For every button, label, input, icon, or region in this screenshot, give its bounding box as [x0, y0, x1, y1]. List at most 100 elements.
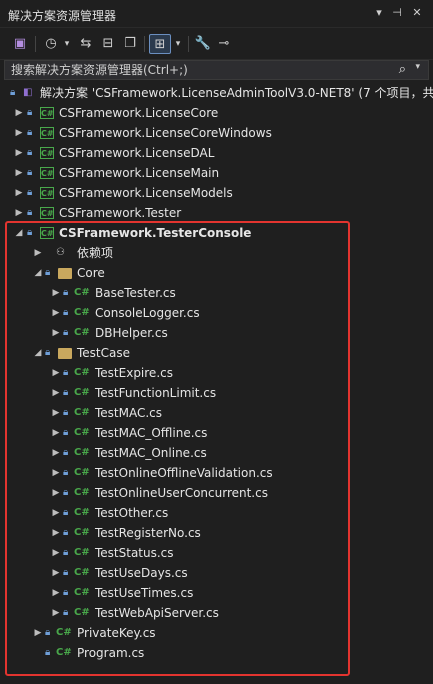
- dependencies-icon: ⚇: [56, 247, 65, 258]
- file-node[interactable]: ▶ 🔒︎ C# TestMAC.cs: [0, 403, 433, 423]
- solution-node[interactable]: 🔒︎ ◧ 解决方案 'CSFramework.LicenseAdminToolV…: [0, 83, 433, 103]
- project-label: CSFramework.LicenseMain: [59, 166, 220, 180]
- file-node[interactable]: ▶ 🔒︎ C# PrivateKey.cs: [0, 623, 433, 643]
- expand-arrow-icon[interactable]: ▶: [33, 623, 43, 643]
- project-node[interactable]: ▶ 🔒︎ C# CSFramework.LicenseModels: [0, 183, 433, 203]
- dependencies-node[interactable]: ▶ ⚇ 依赖项: [0, 243, 433, 263]
- expand-arrow-icon[interactable]: ▶: [51, 463, 61, 483]
- expand-arrow-icon[interactable]: ▶: [14, 143, 24, 163]
- switch-view-icon[interactable]: ▣: [10, 34, 30, 54]
- history-dropdown-icon[interactable]: ▾: [62, 34, 72, 54]
- project-label: CSFramework.TesterConsole: [59, 226, 252, 240]
- file-node[interactable]: ▶ 🔒︎ C# TestExpire.cs: [0, 363, 433, 383]
- expand-arrow-icon[interactable]: ▶: [14, 183, 24, 203]
- expand-arrow-icon[interactable]: ▶: [14, 163, 24, 183]
- close-icon[interactable]: ✕: [409, 5, 425, 21]
- file-node[interactable]: ▶ 🔒︎ C# TestOnlineOfflineValidation.cs: [0, 463, 433, 483]
- file-node[interactable]: ▶ 🔒︎ C# BaseTester.cs: [0, 283, 433, 303]
- file-node[interactable]: ▶ 🔒︎ C# TestOnlineUserConcurrent.cs: [0, 483, 433, 503]
- csharp-project-icon: C#: [40, 167, 54, 179]
- history-icon[interactable]: ◷: [42, 34, 60, 54]
- file-node[interactable]: ▶ 🔒︎ C# TestWebApiServer.cs: [0, 603, 433, 623]
- folder-icon: [58, 268, 72, 279]
- expand-arrow-icon[interactable]: ▶: [51, 383, 61, 403]
- project-node[interactable]: ▶ 🔒︎ C# CSFramework.LicenseMain: [0, 163, 433, 183]
- project-node[interactable]: ▶ 🔒︎ C# CSFramework.Tester: [0, 203, 433, 223]
- pin-icon[interactable]: ⊣: [389, 5, 405, 21]
- file-node[interactable]: ▶ 🔒︎ C# DBHelper.cs: [0, 323, 433, 343]
- collapse-all-icon[interactable]: ⊟: [99, 34, 117, 54]
- lock-icon: 🔒︎: [63, 367, 69, 378]
- lock-icon: 🔒︎: [63, 547, 69, 558]
- expand-arrow-icon[interactable]: ▶: [14, 103, 24, 123]
- expand-arrow-icon[interactable]: ▶: [51, 303, 61, 323]
- lock-icon: 🔒︎: [45, 627, 51, 638]
- search-options-dropdown-icon[interactable]: ▾: [415, 62, 420, 72]
- lock-icon: 🔒︎: [27, 127, 33, 138]
- collapse-arrow-icon[interactable]: ◢: [33, 263, 43, 283]
- expand-arrow-icon[interactable]: ▶: [51, 563, 61, 583]
- collapse-arrow-icon[interactable]: ◢: [14, 223, 24, 243]
- csharp-project-icon: C#: [40, 227, 54, 239]
- file-node[interactable]: ▶ 🔒︎ C# TestMAC_Offline.cs: [0, 423, 433, 443]
- expand-arrow-icon[interactable]: ▶: [51, 483, 61, 503]
- search-input[interactable]: [11, 62, 381, 78]
- preview-icon[interactable]: ⊞: [149, 34, 171, 54]
- project-label: CSFramework.LicenseModels: [59, 186, 233, 200]
- csharp-project-icon: C#: [40, 127, 54, 139]
- file-node[interactable]: 🔒︎ C# Program.cs: [0, 643, 433, 663]
- project-label: CSFramework.LicenseCore: [59, 106, 219, 120]
- properties-icon[interactable]: 🔧: [194, 34, 212, 54]
- sync-icon[interactable]: ⇆: [77, 34, 95, 54]
- expand-arrow-icon[interactable]: ▶: [51, 403, 61, 423]
- dependencies-label: 依赖项: [77, 246, 114, 260]
- csharp-file-icon: C#: [74, 607, 90, 618]
- collapse-arrow-icon[interactable]: ◢: [33, 343, 43, 363]
- panel-title-bar: 解决方案资源管理器 ▾ ⊣ ✕: [0, 0, 433, 28]
- expand-arrow-icon[interactable]: ▶: [51, 543, 61, 563]
- expand-arrow-icon[interactable]: ▶: [51, 323, 61, 343]
- toolbar-separator: [35, 36, 36, 52]
- file-node[interactable]: ▶ 🔒︎ C# TestUseDays.cs: [0, 563, 433, 583]
- file-node[interactable]: ▶ 🔒︎ C# TestOther.cs: [0, 503, 433, 523]
- expand-arrow-icon[interactable]: ▶: [51, 283, 61, 303]
- search-box[interactable]: ⌕ ▾: [4, 60, 429, 80]
- file-node[interactable]: ▶ 🔒︎ C# TestStatus.cs: [0, 543, 433, 563]
- expand-arrow-icon[interactable]: ▶: [51, 523, 61, 543]
- lock-icon: 🔒︎: [63, 507, 69, 518]
- csharp-file-icon: C#: [74, 567, 90, 578]
- expand-arrow-icon[interactable]: ▶: [14, 203, 24, 223]
- expand-arrow-icon[interactable]: ▶: [51, 423, 61, 443]
- file-label: TestStatus.cs: [95, 546, 174, 560]
- toolbar-separator: [188, 36, 189, 52]
- file-label: DBHelper.cs: [95, 326, 168, 340]
- file-node[interactable]: ▶ 🔒︎ C# TestUseTimes.cs: [0, 583, 433, 603]
- project-node-selected[interactable]: ◢ 🔒︎ C# CSFramework.TesterConsole: [0, 223, 433, 243]
- csharp-file-icon: C#: [74, 447, 90, 458]
- expand-arrow-icon[interactable]: ▶: [51, 583, 61, 603]
- expand-arrow-icon[interactable]: ▶: [51, 443, 61, 463]
- file-node[interactable]: ▶ 🔒︎ C# ConsoleLogger.cs: [0, 303, 433, 323]
- file-node[interactable]: ▶ 🔒︎ C# TestRegisterNo.cs: [0, 523, 433, 543]
- project-node[interactable]: ▶ 🔒︎ C# CSFramework.LicenseCore: [0, 103, 433, 123]
- show-all-files-icon[interactable]: ❐: [121, 34, 139, 54]
- lock-icon: 🔒︎: [63, 307, 69, 318]
- file-node[interactable]: ▶ 🔒︎ C# TestFunctionLimit.cs: [0, 383, 433, 403]
- folder-node[interactable]: ◢ 🔒︎ TestCase: [0, 343, 433, 363]
- lock-icon: 🔒︎: [45, 347, 51, 358]
- search-icon[interactable]: ⌕: [399, 62, 406, 77]
- folder-node[interactable]: ◢ 🔒︎ Core: [0, 263, 433, 283]
- csharp-file-icon: C#: [74, 527, 90, 538]
- preview-dropdown-icon[interactable]: ▾: [173, 34, 183, 54]
- file-label: BaseTester.cs: [95, 286, 176, 300]
- expand-arrow-icon[interactable]: ▶: [51, 503, 61, 523]
- expand-arrow-icon[interactable]: ▶: [33, 243, 43, 263]
- expand-arrow-icon[interactable]: ▶: [51, 363, 61, 383]
- expand-arrow-icon[interactable]: ▶: [14, 123, 24, 143]
- project-node[interactable]: ▶ 🔒︎ C# CSFramework.LicenseDAL: [0, 143, 433, 163]
- project-node[interactable]: ▶ 🔒︎ C# CSFramework.LicenseCoreWindows: [0, 123, 433, 143]
- file-node[interactable]: ▶ 🔒︎ C# TestMAC_Online.cs: [0, 443, 433, 463]
- expand-arrow-icon[interactable]: ▶: [51, 603, 61, 623]
- settings-icon[interactable]: ⊸: [215, 34, 233, 54]
- panel-menu-dropdown-icon[interactable]: ▾: [371, 5, 387, 21]
